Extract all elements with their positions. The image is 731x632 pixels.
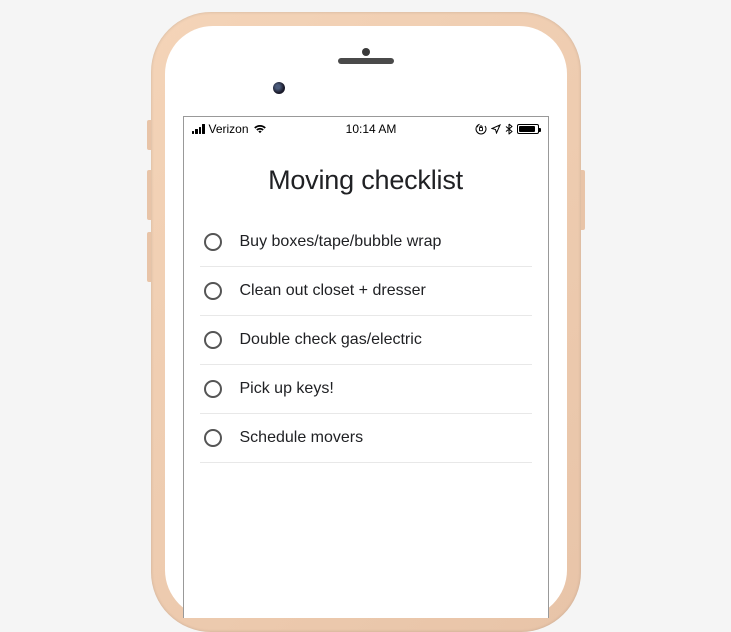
bluetooth-icon (505, 123, 513, 135)
list-item-label: Buy boxes/tape/bubble wrap (240, 233, 442, 251)
list-item-label: Clean out closet + dresser (240, 282, 426, 300)
checkbox-circle-icon[interactable] (204, 429, 222, 447)
phone-bezel: Verizon 10:14 AM (165, 26, 567, 618)
wifi-icon (253, 124, 267, 134)
cellular-signal-icon (192, 124, 205, 134)
list-item-label: Schedule movers (240, 429, 364, 447)
phone-sensor (362, 48, 370, 56)
list-item[interactable]: Pick up keys! (200, 365, 532, 414)
phone-mute-switch (147, 120, 151, 150)
list-item-label: Pick up keys! (240, 380, 334, 398)
phone-volume-up (147, 170, 151, 220)
status-bar: Verizon 10:14 AM (184, 117, 548, 141)
status-right (475, 123, 539, 135)
carrier-label: Verizon (209, 122, 249, 136)
phone-screen: Verizon 10:14 AM (183, 116, 549, 618)
phone-speaker (338, 58, 394, 64)
checkbox-circle-icon[interactable] (204, 233, 222, 251)
checkbox-circle-icon[interactable] (204, 282, 222, 300)
checkbox-circle-icon[interactable] (204, 380, 222, 398)
status-time: 10:14 AM (346, 122, 397, 136)
list-item[interactable]: Buy boxes/tape/bubble wrap (200, 218, 532, 267)
list-item[interactable]: Schedule movers (200, 414, 532, 463)
phone-front-camera (273, 82, 285, 94)
phone-volume-down (147, 232, 151, 282)
list-item-label: Double check gas/electric (240, 331, 422, 349)
list-item[interactable]: Clean out closet + dresser (200, 267, 532, 316)
status-left: Verizon (192, 122, 267, 136)
page-title: Moving checklist (200, 165, 532, 196)
phone-power-button (581, 170, 585, 230)
phone-frame: Verizon 10:14 AM (151, 12, 581, 632)
list-item[interactable]: Double check gas/electric (200, 316, 532, 365)
location-icon (491, 124, 501, 134)
app-content: Moving checklist Buy boxes/tape/bubble w… (184, 141, 548, 463)
rotation-lock-icon (475, 123, 487, 135)
battery-icon (517, 124, 539, 134)
checkbox-circle-icon[interactable] (204, 331, 222, 349)
